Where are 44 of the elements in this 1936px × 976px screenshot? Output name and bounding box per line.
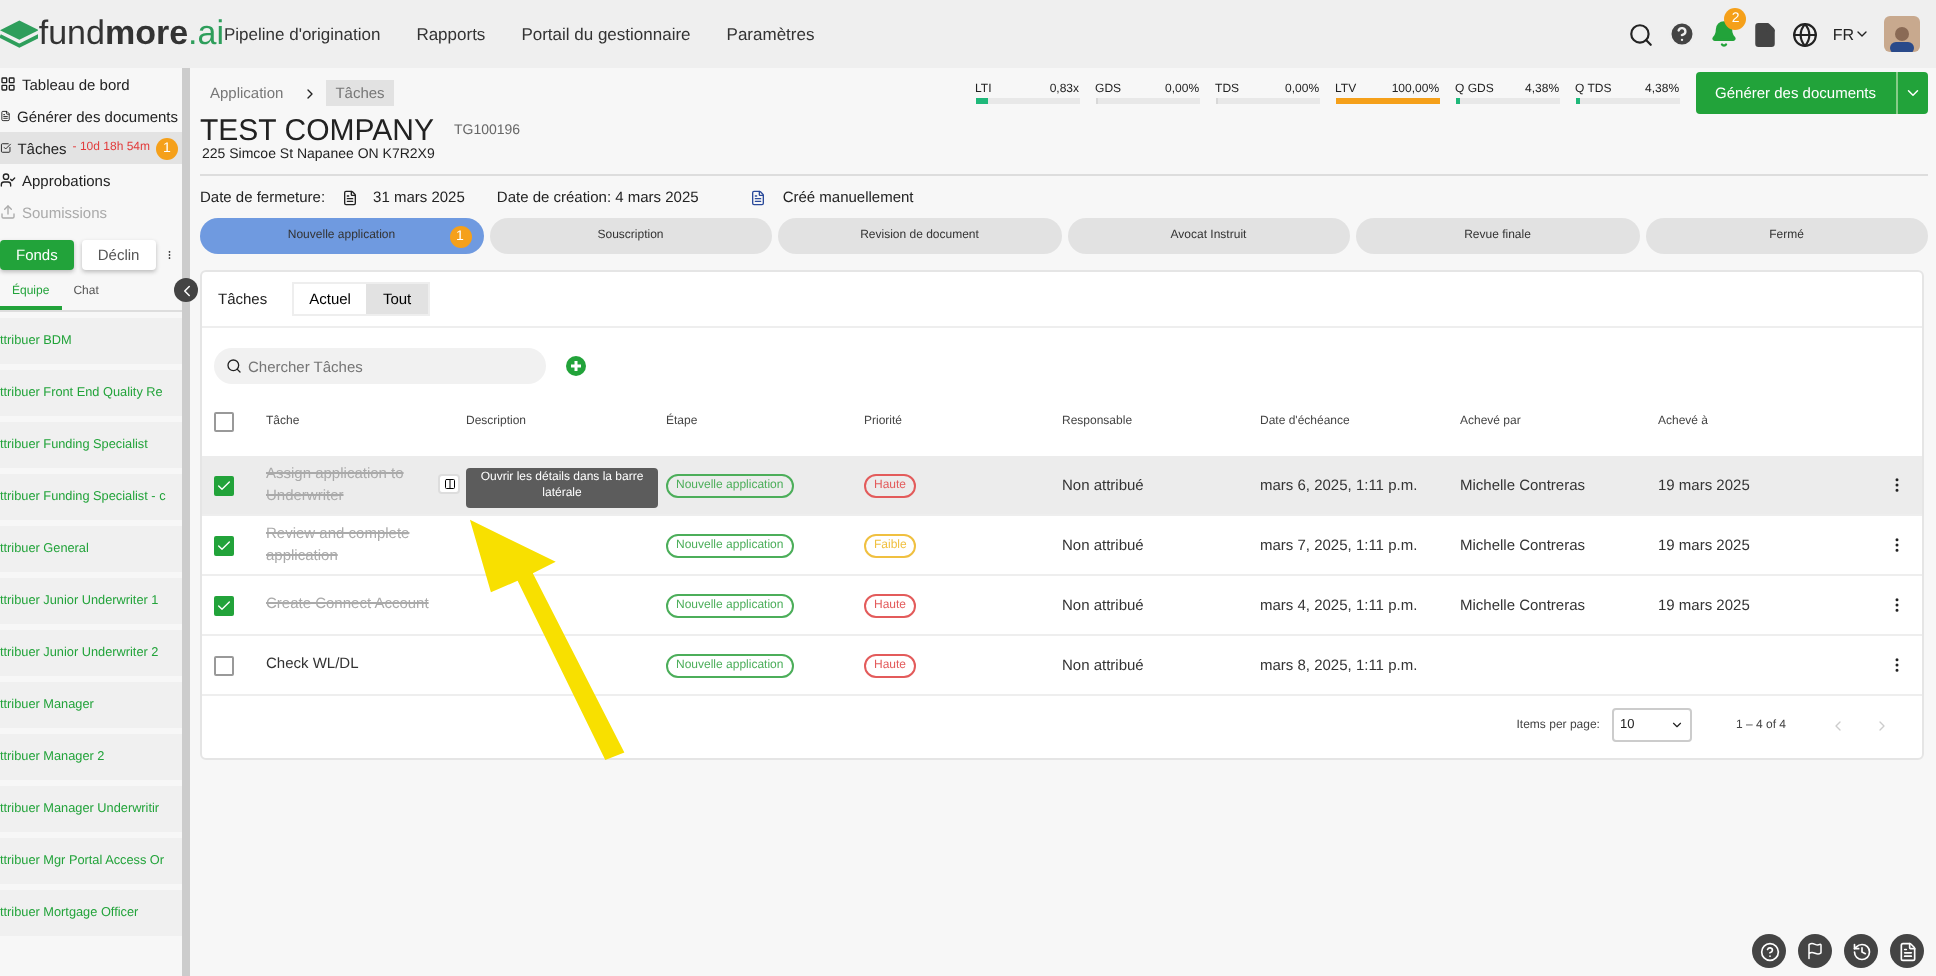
- nav-link[interactable]: Portail du gestionnaire: [521, 24, 691, 44]
- help-icon: [1759, 941, 1779, 961]
- avatar[interactable]: [1884, 16, 1920, 52]
- search-icon: [226, 358, 242, 374]
- help-icon[interactable]: [1668, 20, 1697, 48]
- check-icon: [216, 537, 232, 553]
- logo: fundmore.ai: [0, 14, 224, 54]
- add-icon[interactable]: [566, 356, 586, 376]
- company-name: TEST COMPANY: [200, 114, 434, 148]
- history-icon: [1851, 941, 1871, 961]
- user-icon: [0, 172, 16, 188]
- history-button[interactable]: [1844, 934, 1878, 968]
- flag-button[interactable]: [1798, 934, 1832, 968]
- task-checkbox[interactable]: [214, 595, 234, 615]
- nav-link[interactable]: Rapports: [416, 24, 486, 44]
- checkbox-icon: [0, 140, 12, 156]
- select-all-checkbox[interactable]: [214, 412, 234, 432]
- sidebar-details-button[interactable]: [438, 474, 460, 494]
- caret-icon: [1854, 26, 1870, 42]
- document-icon[interactable]: [1752, 21, 1779, 47]
- task-checkbox[interactable]: [214, 535, 234, 555]
- upload-icon: [0, 204, 16, 220]
- document-icon: [0, 108, 12, 124]
- caret-icon: [1669, 718, 1684, 732]
- document-icon: [750, 189, 767, 205]
- collapse-button[interactable]: [174, 278, 198, 302]
- check-icon: [216, 477, 232, 493]
- search-icon[interactable]: [1628, 21, 1655, 47]
- document-button[interactable]: [1890, 934, 1924, 968]
- caret-icon: [1904, 84, 1922, 102]
- nav-link[interactable]: Paramètres: [726, 24, 815, 44]
- document-icon: [341, 189, 358, 205]
- help-button[interactable]: [1752, 934, 1786, 968]
- bell-icon[interactable]: [1710, 20, 1739, 48]
- language-select[interactable]: FR: [1832, 25, 1870, 43]
- task-checkbox[interactable]: [214, 475, 234, 495]
- grid-icon: [0, 76, 16, 92]
- task-checkbox[interactable]: [214, 655, 234, 675]
- columns-icon: [443, 478, 455, 490]
- check-icon: [216, 597, 232, 613]
- globe-icon[interactable]: [1792, 21, 1819, 47]
- nav-link[interactable]: Pipeline d'origination: [224, 24, 381, 44]
- flag-icon: [1806, 942, 1824, 960]
- document-icon: [1897, 941, 1917, 961]
